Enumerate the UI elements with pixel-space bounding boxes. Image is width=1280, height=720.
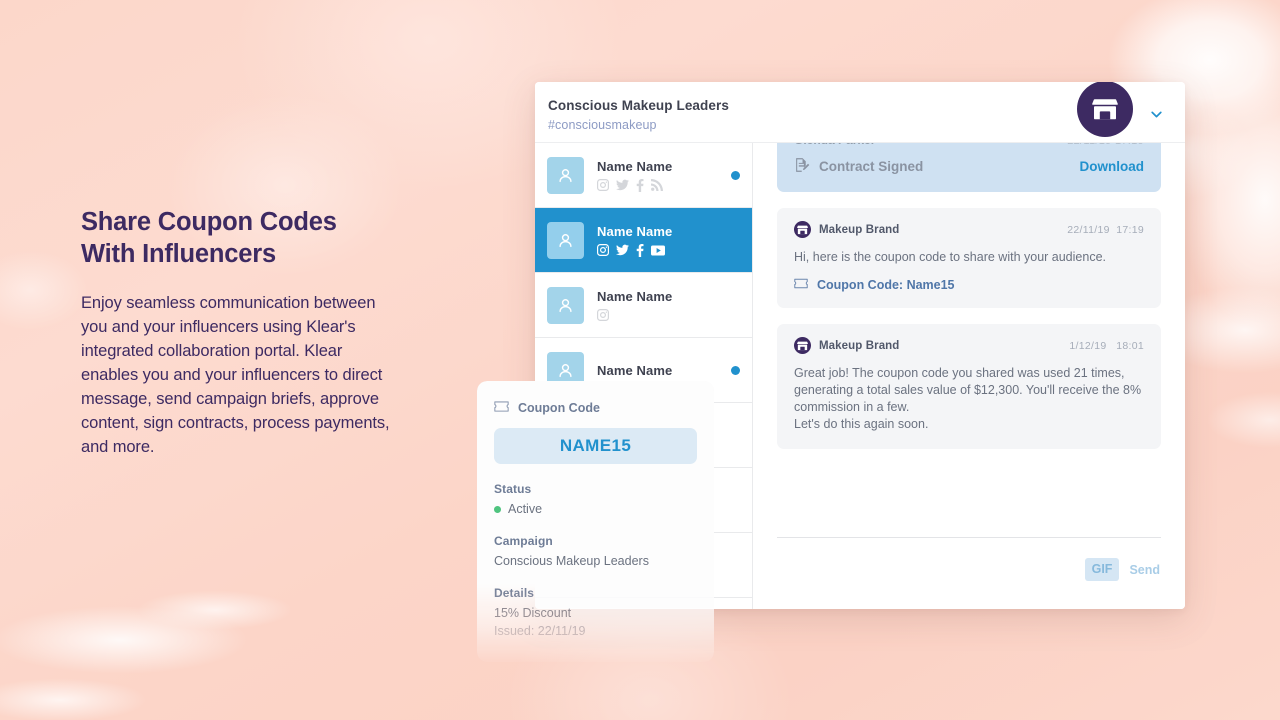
rss-icon bbox=[651, 179, 663, 191]
contact-meta: Name Name bbox=[597, 289, 740, 322]
details-issued-date: Issued: 22/11/19 bbox=[494, 624, 586, 638]
status-field: Status Active bbox=[494, 482, 697, 516]
contract-card-header: Glenda Parker 22/11/19 17:19 bbox=[794, 143, 1144, 147]
gif-button[interactable]: GIF bbox=[1084, 558, 1120, 581]
details-label: Details bbox=[494, 586, 535, 600]
message-bubble-2: Makeup Brand 1/12/19 18:01 Great job! Th… bbox=[777, 324, 1161, 449]
campaign-field: Campaign Conscious Makeup Leaders bbox=[494, 534, 697, 568]
social-icon-group bbox=[597, 243, 740, 257]
contact-meta: Name Name bbox=[597, 224, 740, 257]
coupon-popup-content: Coupon Code NAME15 Status Active Campaig… bbox=[477, 381, 714, 638]
contract-timestamp: 22/11/19 17:19 bbox=[1067, 143, 1144, 147]
avatar bbox=[547, 221, 584, 259]
contact-row-2[interactable]: Name Name bbox=[535, 208, 752, 273]
message-timestamp: 1/12/19 18:01 bbox=[1069, 339, 1144, 352]
message-timestamp: 22/11/19 17:19 bbox=[1067, 223, 1144, 236]
storefront-icon bbox=[794, 221, 811, 238]
contact-row-1[interactable]: Name Name bbox=[535, 143, 752, 208]
contact-name: Name Name bbox=[597, 223, 673, 239]
avatar bbox=[547, 286, 584, 324]
coupon-popup-header: Coupon Code bbox=[494, 401, 697, 415]
contact-name: Name Name bbox=[597, 158, 673, 174]
instagram-icon bbox=[597, 309, 609, 321]
unread-indicator bbox=[731, 170, 740, 180]
marketing-body-text: Enjoy seamless communication between you… bbox=[81, 294, 390, 456]
contract-sender: Glenda Parker bbox=[794, 143, 875, 147]
send-button[interactable]: Send bbox=[1129, 563, 1161, 577]
contract-status-text: Contract Signed bbox=[819, 159, 924, 174]
contact-meta: Name Name bbox=[597, 159, 731, 192]
message-sender-name: Makeup Brand bbox=[819, 339, 900, 352]
campaign-title: Conscious Makeup Leaders bbox=[548, 98, 729, 113]
message-thread: Glenda Parker 22/11/19 17:19 Contrac bbox=[753, 143, 1185, 537]
message-header: Makeup Brand 1/12/19 18:01 bbox=[794, 337, 1144, 354]
campaign-hashtag: #consciousmakeup bbox=[548, 118, 657, 132]
contact-row-3[interactable]: Name Name bbox=[535, 273, 752, 338]
status-badge: Active bbox=[494, 502, 697, 516]
composer-actions: GIF Send bbox=[1084, 558, 1161, 581]
message-sender-name: Makeup Brand bbox=[819, 223, 900, 236]
contact-name: Name Name bbox=[597, 288, 673, 304]
coupon-ticket-icon bbox=[494, 401, 509, 415]
avatar bbox=[547, 156, 584, 194]
campaign-value: Conscious Makeup Leaders bbox=[494, 554, 649, 568]
campaign-label: Campaign bbox=[494, 534, 553, 548]
storefront-icon bbox=[794, 337, 811, 354]
unread-indicator bbox=[731, 365, 740, 375]
coupon-ticket-icon bbox=[794, 278, 808, 292]
facebook-icon bbox=[636, 243, 644, 257]
contract-message-card: Glenda Parker 22/11/19 17:19 Contrac bbox=[777, 143, 1161, 192]
instagram-icon bbox=[597, 179, 609, 191]
message-sender-group: Makeup Brand bbox=[794, 221, 899, 238]
download-link[interactable]: Download bbox=[1080, 159, 1145, 174]
status-dot-icon bbox=[494, 505, 501, 513]
social-icon-group bbox=[597, 178, 731, 192]
app-header: Conscious Makeup Leaders #consciousmakeu… bbox=[535, 82, 1185, 143]
page-title: Share Coupon Codes With Influencers bbox=[81, 208, 337, 268]
contact-meta: Name Name bbox=[597, 363, 731, 378]
coupon-attachment[interactable]: Coupon Code: Name15 bbox=[794, 278, 1144, 292]
twitter-icon bbox=[616, 244, 629, 256]
coupon-code-value: NAME15 bbox=[559, 436, 632, 455]
facebook-icon bbox=[636, 178, 644, 192]
details-value: 15% Discount bbox=[494, 606, 572, 620]
instagram-icon bbox=[597, 244, 609, 256]
conversation-pane: Glenda Parker 22/11/19 17:19 Contrac bbox=[753, 143, 1185, 609]
youtube-icon bbox=[651, 244, 665, 256]
message-text: Hi, here is the coupon code to share wit… bbox=[794, 250, 1106, 264]
message-sender-group: Makeup Brand bbox=[794, 337, 899, 354]
status-value-text: Active bbox=[508, 502, 543, 516]
coupon-attachment-label: Coupon Code: Name15 bbox=[817, 278, 955, 292]
contact-name: Name Name bbox=[597, 362, 673, 378]
coupon-popup-title: Coupon Code bbox=[518, 401, 600, 415]
message-composer[interactable]: GIF Send bbox=[777, 537, 1161, 609]
contract-card-body: Contract Signed Download bbox=[794, 157, 1144, 176]
message-header: Makeup Brand 22/11/19 17:19 bbox=[794, 221, 1144, 238]
chevron-down-icon[interactable] bbox=[1150, 108, 1163, 121]
status-label: Status bbox=[494, 482, 532, 496]
message-text: Great job! The coupon code you shared wa… bbox=[794, 366, 1142, 431]
social-icon-group bbox=[597, 309, 740, 322]
contract-status-label: Contract Signed bbox=[794, 157, 923, 176]
message-bubble-1: Makeup Brand 22/11/19 17:19 Hi, here is … bbox=[777, 208, 1161, 308]
coupon-code-chip[interactable]: NAME15 bbox=[494, 428, 697, 464]
twitter-icon bbox=[616, 179, 629, 191]
marketing-copy: Share Coupon Codes With Influencers Enjo… bbox=[81, 206, 391, 459]
storefront-icon[interactable] bbox=[1077, 82, 1133, 137]
contract-signed-icon bbox=[794, 157, 810, 176]
coupon-detail-popup: Coupon Code NAME15 Status Active Campaig… bbox=[477, 381, 714, 662]
details-field: Details 15% Discount Issued: 22/11/19 bbox=[494, 586, 697, 638]
